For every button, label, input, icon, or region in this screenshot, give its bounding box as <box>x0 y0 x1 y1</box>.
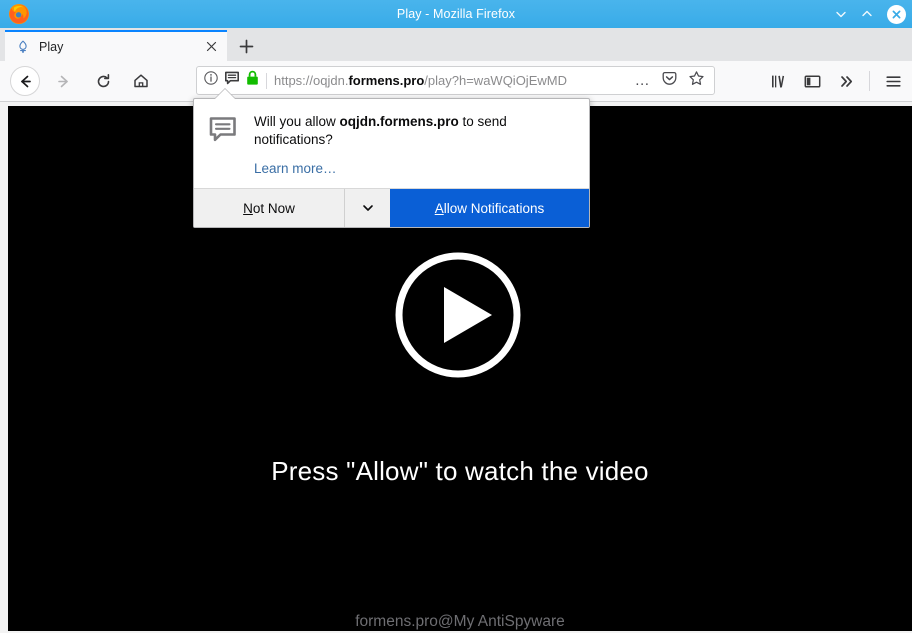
doorhanger-arrow <box>215 89 235 99</box>
new-tab-button[interactable] <box>233 33 259 59</box>
not-now-label: ot Now <box>252 200 295 216</box>
reload-button[interactable] <box>88 66 118 96</box>
window-title: Play - Mozilla Firefox <box>396 7 516 21</box>
page-actions-icon[interactable]: … <box>635 73 651 88</box>
url-text: https://oqjdn.formens.pro/play?h=waWQiOj… <box>274 73 635 88</box>
bookmark-star-icon[interactable] <box>688 70 705 92</box>
tab-play[interactable]: Play <box>5 30 227 61</box>
tab-strip: Play <box>0 28 912 62</box>
sidebar-icon[interactable] <box>797 66 827 96</box>
doorhanger-body: Will you allow oqjdn.formens.pro to send… <box>194 99 589 188</box>
doorhanger-dropmarker-button[interactable] <box>344 189 390 227</box>
url-subdomain: oqjdn. <box>313 73 349 88</box>
identity-box[interactable] <box>203 70 260 91</box>
url-separator <box>266 72 267 89</box>
allow-notifications-button[interactable]: Allow Notifications <box>390 189 589 227</box>
url-scheme: https:// <box>274 73 314 88</box>
allow-accesskey: A <box>434 200 444 216</box>
doorhanger-text: Will you allow oqjdn.formens.pro to send… <box>254 113 575 178</box>
close-button[interactable] <box>887 4 906 24</box>
doorhanger-question: Will you allow oqjdn.formens.pro to send… <box>254 113 575 149</box>
url-domain: formens.pro <box>348 73 425 88</box>
url-path: /play?h=waWQiOjEwMD <box>424 73 567 88</box>
question-domain: oqjdn.formens.pro <box>339 114 459 129</box>
lock-icon[interactable] <box>245 70 260 91</box>
forward-button <box>48 66 78 96</box>
info-circle-icon[interactable] <box>203 70 219 91</box>
question-prefix: Will you allow <box>254 114 340 129</box>
overflow-icon[interactable] <box>831 66 861 96</box>
page-headline: Press "Allow" to watch the video <box>271 456 649 486</box>
not-now-button[interactable]: Not Now <box>194 189 344 227</box>
minimize-button[interactable] <box>833 6 849 22</box>
browser-window: Play - Mozilla Firefox Play https://oqjd… <box>0 0 912 633</box>
url-actions: … <box>635 70 705 92</box>
tab-close-icon[interactable] <box>201 37 221 57</box>
library-icon[interactable] <box>763 66 793 96</box>
notification-permission-popup: Will you allow oqjdn.formens.pro to send… <box>193 98 590 228</box>
pocket-icon[interactable] <box>661 70 678 92</box>
notification-bubble-icon <box>208 114 240 146</box>
doorhanger-footer: Not Now Allow Notifications <box>194 188 589 227</box>
watermark-text: formens.pro@My AntiSpyware <box>355 613 565 630</box>
hamburger-menu-icon[interactable] <box>878 66 908 96</box>
toolbar-right <box>763 61 908 101</box>
notification-permission-icon[interactable] <box>224 70 240 91</box>
tab-favicon-icon <box>15 39 31 55</box>
play-button-icon[interactable] <box>392 249 524 381</box>
learn-more-link[interactable]: Learn more… <box>254 161 337 176</box>
window-controls <box>833 0 906 28</box>
address-bar[interactable]: https://oqjdn.formens.pro/play?h=waWQiOj… <box>196 66 715 95</box>
maximize-button[interactable] <box>859 6 875 22</box>
toolbar-divider <box>869 71 870 91</box>
tab-title: Play <box>39 39 64 54</box>
home-button[interactable] <box>126 66 156 96</box>
title-bar: Play - Mozilla Firefox <box>0 0 912 28</box>
not-now-accesskey: N <box>243 200 253 216</box>
back-button[interactable] <box>10 66 40 96</box>
allow-label: llow Notifications <box>443 200 545 216</box>
